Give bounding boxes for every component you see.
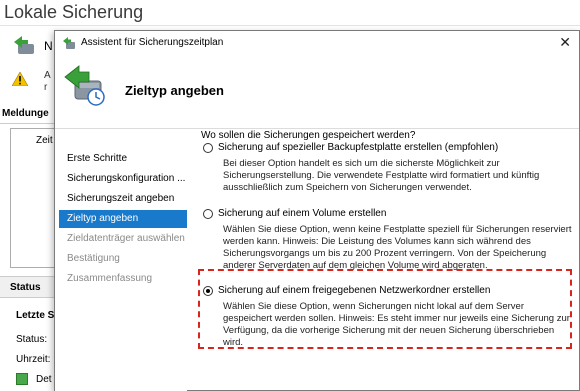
step-erste-schritte[interactable]: Erste Schritte bbox=[63, 150, 187, 168]
last-backup-label: Letzte S bbox=[16, 310, 55, 321]
background-heading-fragment: N bbox=[44, 39, 53, 53]
backup-schedule-icon bbox=[64, 65, 105, 106]
dialog-title: Assistent für Sicherungszeitplan bbox=[81, 37, 224, 48]
page-title: Zieltyp angeben bbox=[125, 83, 224, 98]
step-zusammenfassung: Zusammenfassung bbox=[67, 273, 153, 284]
status-line-label: Status: bbox=[16, 334, 48, 345]
storage-question: Wo sollen die Sicherungen gespeichert we… bbox=[201, 130, 416, 141]
details-link[interactable]: Det bbox=[36, 374, 52, 385]
radio-volume[interactable] bbox=[203, 209, 213, 219]
time-line-label: Uhrzeit: bbox=[16, 354, 51, 365]
step-zieltyp-current[interactable]: Zieltyp angeben bbox=[59, 210, 187, 228]
radio-backup-disk[interactable] bbox=[203, 143, 213, 153]
step-sicherungszeit[interactable]: Sicherungszeit angeben bbox=[63, 190, 187, 208]
wizard-app-icon bbox=[63, 37, 75, 49]
wizard-header: Zieltyp angeben bbox=[55, 55, 579, 129]
warning-icon bbox=[12, 72, 28, 86]
details-icon[interactable] bbox=[16, 373, 28, 385]
option-backup-disk-label[interactable]: Sicherung auf spezieller Backupfestplatt… bbox=[218, 142, 498, 153]
background-window-title: Lokale Sicherung bbox=[4, 2, 144, 22]
option-volume-description: Wählen Sie diese Option, wenn keine Fest… bbox=[223, 224, 572, 271]
highlight-annotation bbox=[198, 269, 572, 349]
messages-list[interactable] bbox=[10, 128, 60, 268]
wizard-steps-nav: Erste Schritte Sicherungskonfiguration .… bbox=[55, 130, 187, 391]
close-icon[interactable]: ✕ bbox=[559, 34, 571, 51]
background-alert-text: A r bbox=[44, 70, 51, 93]
dialog-title-bar: Assistent für Sicherungszeitplan ✕ bbox=[55, 31, 579, 55]
status-header: Status bbox=[0, 276, 60, 298]
step-zieldatentraeger: Zieldatenträger auswählen bbox=[67, 233, 185, 244]
option-backup-disk-description: Bei dieser Option handelt es sich um die… bbox=[223, 158, 540, 193]
messages-header: Meldunge bbox=[0, 108, 60, 124]
option-volume-label[interactable]: Sicherung auf einem Volume erstellen bbox=[218, 208, 386, 219]
background-title-bar: Lokale Sicherung bbox=[0, 0, 580, 26]
time-column-header[interactable]: Zeit bbox=[36, 135, 53, 146]
backup-icon bbox=[14, 36, 34, 54]
wizard-content: Wo sollen die Sicherungen gespeichert we… bbox=[201, 130, 576, 391]
step-sicherungskonfiguration[interactable]: Sicherungskonfiguration ... bbox=[63, 170, 187, 188]
step-bestaetigung: Bestätigung bbox=[67, 253, 120, 264]
